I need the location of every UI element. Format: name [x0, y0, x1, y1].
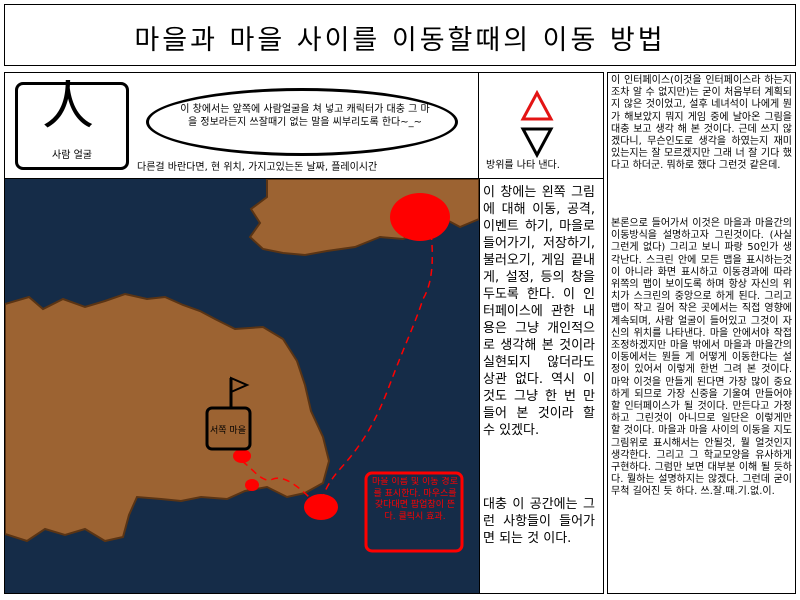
map-description: 이 창에는 왼쪽 그림에 대해 이동, 공격, 이벤트 하기, 마을로 들어가기…	[483, 185, 595, 438]
down-arrow-icon[interactable]	[520, 126, 554, 158]
world-map[interactable]: 서쪽 마을 마을 이름 및 이동 경로를 표시한다. 마우스를 갖다대면 팝업창…	[5, 179, 479, 593]
face-icon: 人	[42, 77, 95, 137]
town-marker	[245, 479, 259, 491]
face-portrait-box: 人 사람 얼굴	[15, 77, 129, 170]
town-marker	[390, 193, 450, 241]
speech-text: 이 창에서는 앞쪽에 사람얼굴을 쳐 넣고 캐릭터가 대충 그 마을 정보라든지…	[180, 104, 430, 128]
divider	[478, 73, 479, 179]
face-label: 사람 얼굴	[52, 150, 92, 161]
speech-bubble: 이 창에서는 앞쪽에 사람얼굴을 쳐 넣고 캐릭터가 대충 그 마을 정보라든지…	[146, 88, 458, 156]
annotation-text: 마을 이름 및 이동 경로를 표시한다. 마우스를 갖다대면 팝업창이 뜬다. …	[372, 477, 458, 522]
page-title: 마을과 마을 사이를 이동할때의 이동 방법	[134, 25, 666, 56]
route-line	[320, 220, 434, 506]
map-description-note: 대충 이 공간에는 그런 사항들이 들어가면 되는 것 이다.	[483, 497, 595, 546]
side-paragraph: 이 인터페이스(이것을 인터페이스라 하는지조차 알 수 없지만)는 굳이 처음…	[611, 75, 792, 172]
up-arrow-icon[interactable]	[520, 90, 554, 122]
status-line: 다른걸 바란다면, 현 위치, 가지고있는돈 날짜, 플레이시간	[137, 162, 378, 173]
west-island	[5, 292, 331, 543]
title-bar: 마을과 마을 사이를 이동할때의 이동 방법	[4, 4, 796, 66]
town-marker	[233, 449, 251, 463]
town-marker	[304, 494, 338, 520]
direction-label: 방위를 나타 낸다.	[486, 160, 560, 171]
map-canvas: 서쪽 마을 마을 이름 및 이동 경로를 표시한다. 마우스를 갖다대면 팝업창…	[5, 179, 479, 553]
town-label: 서쪽 마을	[210, 425, 246, 436]
divider	[479, 179, 480, 593]
side-paragraph: 본론으로 들어가서 이것은 마을과 마을간의 이동방식을 설명하고자 그린것이다…	[611, 218, 792, 498]
